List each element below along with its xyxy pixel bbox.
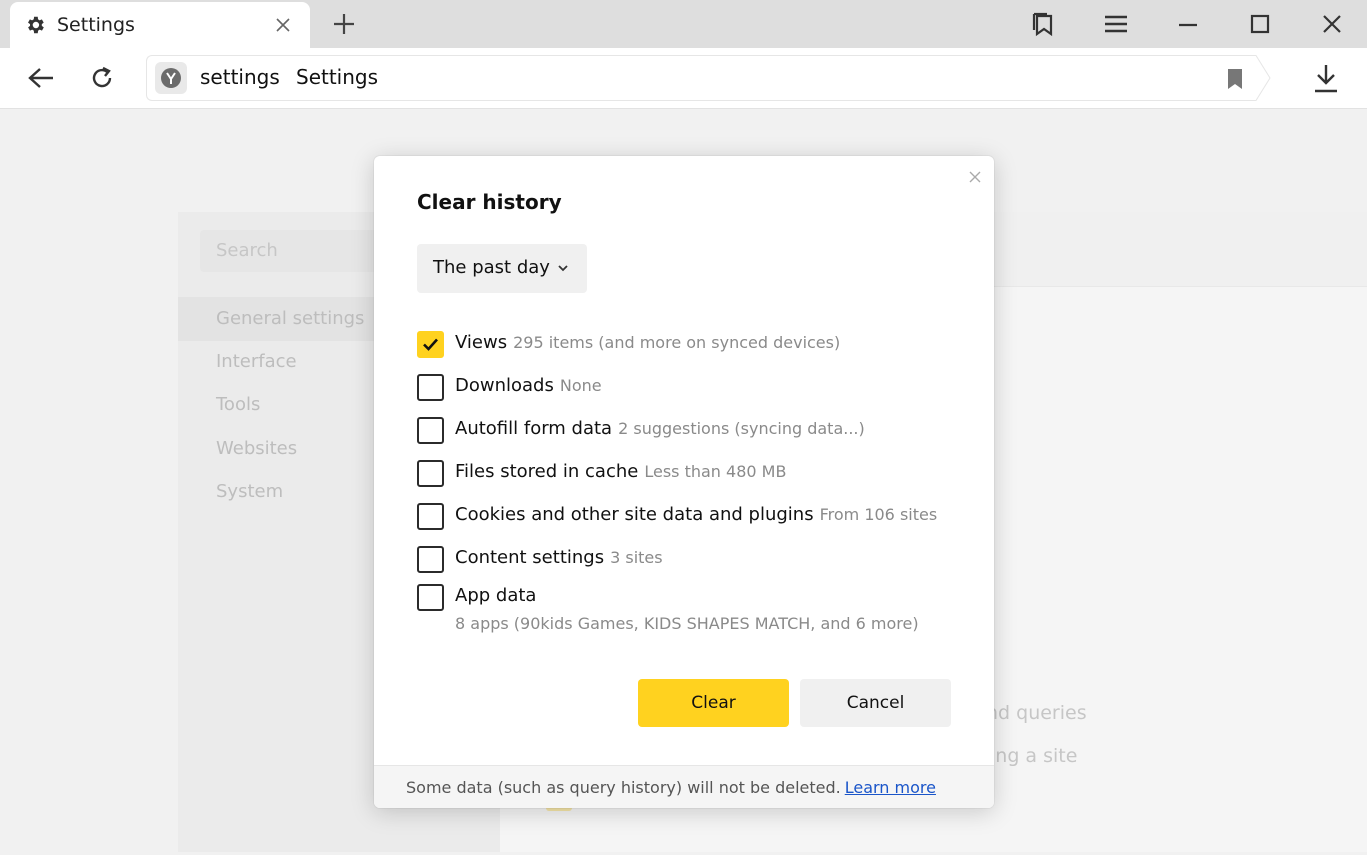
tab-strip: Settings — [0, 0, 1367, 48]
autofill-checkbox[interactable] — [417, 417, 444, 444]
option-downloads[interactable]: Downloads None — [417, 372, 977, 402]
cookies-checkbox[interactable] — [417, 503, 444, 530]
option-label: Files stored in cache — [455, 461, 639, 482]
address-page-title: Settings — [296, 65, 379, 89]
dialog-footer: Some data (such as query history) will n… — [374, 765, 994, 808]
option-label: Content settings — [455, 547, 605, 568]
address-bar-edge — [1255, 55, 1271, 101]
option-detail: From 106 sites — [819, 505, 938, 524]
option-detail: 2 suggestions (syncing data...) — [618, 419, 865, 438]
maximize-icon — [1250, 14, 1270, 34]
option-cache[interactable]: Files stored in cache Less than 480 MB — [417, 458, 977, 488]
option-detail: None — [559, 376, 602, 395]
active-tab[interactable]: Settings — [10, 2, 310, 48]
menu-button[interactable] — [1100, 8, 1132, 40]
content-settings-checkbox[interactable] — [417, 546, 444, 573]
option-label: Downloads — [455, 375, 554, 396]
clear-history-dialog: Clear history The past day Views 295 item… — [374, 156, 994, 808]
bookmark-icon[interactable] — [1225, 68, 1245, 90]
chevron-down-icon — [558, 265, 568, 272]
reload-button[interactable] — [86, 62, 118, 94]
cache-checkbox[interactable] — [417, 460, 444, 487]
learn-more-link[interactable]: Learn more — [845, 778, 936, 797]
close-tab-icon[interactable] — [272, 14, 294, 36]
bookmarks-panel-button[interactable] — [1027, 8, 1059, 40]
option-cookies[interactable]: Cookies and other site data and plugins F… — [417, 501, 977, 531]
maximize-button[interactable] — [1244, 8, 1276, 40]
close-window-icon — [1323, 15, 1341, 33]
downloads-checkbox[interactable] — [417, 374, 444, 401]
minimize-button[interactable] — [1172, 8, 1204, 40]
background-text-fragment: nd queries — [986, 702, 1087, 724]
option-label: Autofill form data — [455, 418, 613, 439]
option-detail: 295 items (and more on synced devices) — [513, 333, 841, 352]
close-window-button[interactable] — [1316, 8, 1348, 40]
option-detail: 8 apps (90kids Games, KIDS SHAPES MATCH,… — [455, 614, 919, 633]
downloads-button[interactable] — [1310, 62, 1342, 94]
checkmark-icon — [423, 338, 438, 351]
clear-button[interactable]: Clear — [638, 679, 789, 727]
option-label: Views — [455, 332, 508, 353]
cancel-button[interactable]: Cancel — [800, 679, 951, 727]
views-checkbox[interactable] — [417, 331, 444, 358]
browser-toolbar: settings Settings — [0, 48, 1367, 109]
app-data-checkbox[interactable] — [417, 584, 444, 611]
option-detail: 3 sites — [610, 548, 663, 567]
address-bar[interactable]: settings Settings — [146, 55, 1256, 101]
download-icon — [1315, 65, 1337, 93]
gear-icon — [28, 16, 44, 34]
search-placeholder: Search — [216, 240, 278, 261]
period-value: The past day — [433, 257, 550, 278]
option-label: App data — [455, 585, 537, 606]
hamburger-icon — [1105, 15, 1127, 33]
back-button[interactable] — [25, 62, 57, 94]
option-autofill[interactable]: Autofill form data 2 suggestions (syncing… — [417, 415, 977, 445]
option-views[interactable]: Views 295 items (and more on synced devic… — [417, 329, 977, 359]
tab-title: Settings — [57, 14, 135, 36]
yandex-logo-icon — [155, 62, 187, 94]
back-arrow-icon — [28, 68, 53, 88]
reload-icon — [92, 66, 112, 88]
address-host: settings — [200, 65, 280, 89]
period-dropdown[interactable]: The past day — [417, 244, 587, 293]
new-tab-icon[interactable] — [330, 10, 358, 38]
dialog-title: Clear history — [417, 190, 562, 214]
minimize-icon — [1179, 23, 1197, 27]
footer-note: Some data (such as query history) will n… — [406, 778, 841, 797]
option-detail: Less than 480 MB — [644, 462, 787, 481]
bookmarks-icon — [1032, 12, 1053, 37]
option-app-data[interactable]: App data 8 apps (90kids Games, KIDS SHAP… — [417, 582, 977, 642]
option-label: Cookies and other site data and plugins — [455, 504, 814, 525]
background-text-fragment: ing a site — [990, 745, 1078, 767]
option-content-settings[interactable]: Content settings 3 sites — [417, 544, 977, 574]
dialog-close-icon[interactable] — [966, 168, 984, 186]
